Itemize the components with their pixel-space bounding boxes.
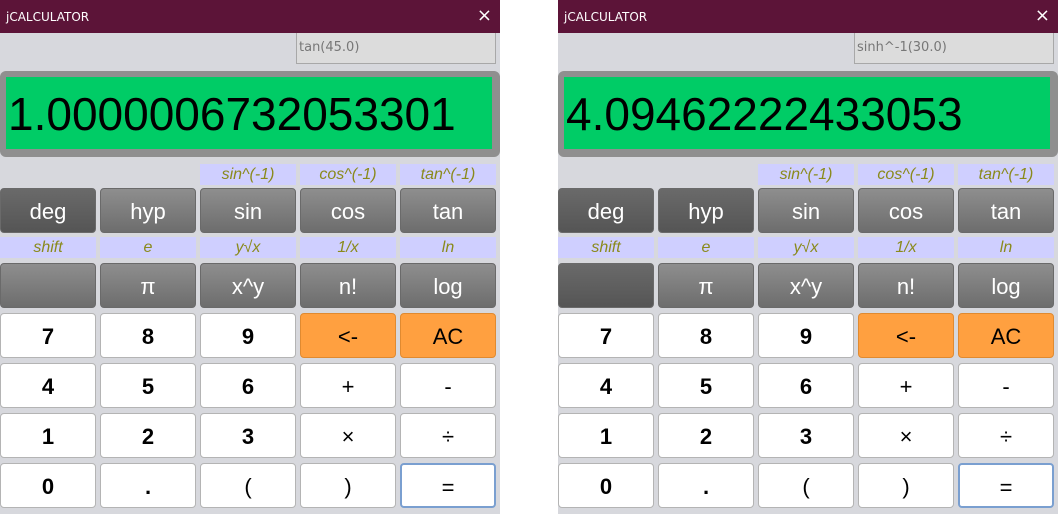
label-root: y√x xyxy=(758,237,854,258)
shift-button[interactable] xyxy=(558,263,654,308)
left-paren-button[interactable]: ( xyxy=(200,463,296,508)
backspace-button[interactable]: <- xyxy=(300,313,396,358)
power-button[interactable]: x^y xyxy=(758,263,854,308)
window-title: jCALCULATOR xyxy=(564,10,648,24)
label-root: y√x xyxy=(200,237,296,258)
digit-4-button[interactable]: 4 xyxy=(0,363,96,408)
divide-button[interactable]: ÷ xyxy=(400,413,496,458)
log-button[interactable]: log xyxy=(958,263,1054,308)
shift-button[interactable] xyxy=(0,263,96,308)
label-reciprocal: 1/x xyxy=(300,237,396,258)
pi-button[interactable]: π xyxy=(100,263,196,308)
tan-button[interactable]: tan xyxy=(958,188,1054,233)
digit-3-button[interactable]: 3 xyxy=(758,413,854,458)
digit-1-button[interactable]: 1 xyxy=(0,413,96,458)
digit-2-button[interactable]: 2 xyxy=(658,413,754,458)
title-bar[interactable]: jCALCULATOR × xyxy=(558,0,1058,33)
plus-button[interactable]: + xyxy=(858,363,954,408)
label-ln: ln xyxy=(958,237,1054,258)
digit-9-button[interactable]: 9 xyxy=(200,313,296,358)
digit-6-button[interactable]: 6 xyxy=(758,363,854,408)
factorial-button[interactable]: n! xyxy=(858,263,954,308)
calculator-window-right: jCALCULATOR × sinh^-1(30.0) 4.0946222243… xyxy=(558,0,1058,514)
factorial-button[interactable]: n! xyxy=(300,263,396,308)
power-button[interactable]: x^y xyxy=(200,263,296,308)
digit-7-button[interactable]: 7 xyxy=(558,313,654,358)
minus-button[interactable]: - xyxy=(958,363,1054,408)
deg-button[interactable]: deg xyxy=(0,188,96,233)
digit-2-button[interactable]: 2 xyxy=(100,413,196,458)
log-button[interactable]: log xyxy=(400,263,496,308)
label-shift: shift xyxy=(0,237,96,258)
sin-button[interactable]: sin xyxy=(200,188,296,233)
close-icon[interactable]: × xyxy=(1035,6,1050,26)
title-bar[interactable]: jCALCULATOR × xyxy=(0,0,500,33)
cos-button[interactable]: cos xyxy=(858,188,954,233)
sin-button[interactable]: sin xyxy=(758,188,854,233)
label-arccos: cos^(-1) xyxy=(300,164,396,185)
decimal-button[interactable]: . xyxy=(100,463,196,508)
label-e: e xyxy=(100,237,196,258)
digit-7-button[interactable]: 7 xyxy=(0,313,96,358)
equals-button[interactable]: = xyxy=(400,463,496,508)
left-paren-button[interactable]: ( xyxy=(758,463,854,508)
multiply-button[interactable]: × xyxy=(858,413,954,458)
hyp-button[interactable]: hyp xyxy=(100,188,196,233)
tan-button[interactable]: tan xyxy=(400,188,496,233)
close-icon[interactable]: × xyxy=(477,6,492,26)
digit-0-button[interactable]: 0 xyxy=(558,463,654,508)
right-paren-button[interactable]: ) xyxy=(300,463,396,508)
divide-button[interactable]: ÷ xyxy=(958,413,1054,458)
digit-4-button[interactable]: 4 xyxy=(558,363,654,408)
label-reciprocal: 1/x xyxy=(858,237,954,258)
result-display: 1.0000006732053301 xyxy=(6,77,492,149)
label-arccos: cos^(-1) xyxy=(858,164,954,185)
expression-field: sinh^-1(30.0) xyxy=(854,33,1054,64)
digit-1-button[interactable]: 1 xyxy=(558,413,654,458)
deg-button[interactable]: deg xyxy=(558,188,654,233)
digit-5-button[interactable]: 5 xyxy=(658,363,754,408)
right-paren-button[interactable]: ) xyxy=(858,463,954,508)
digit-5-button[interactable]: 5 xyxy=(100,363,196,408)
expression-field: tan(45.0) xyxy=(296,33,496,64)
digit-3-button[interactable]: 3 xyxy=(200,413,296,458)
multiply-button[interactable]: × xyxy=(300,413,396,458)
decimal-button[interactable]: . xyxy=(658,463,754,508)
digit-6-button[interactable]: 6 xyxy=(200,363,296,408)
equals-button[interactable]: = xyxy=(958,463,1054,508)
cos-button[interactable]: cos xyxy=(300,188,396,233)
label-e: e xyxy=(658,237,754,258)
digit-8-button[interactable]: 8 xyxy=(658,313,754,358)
digit-9-button[interactable]: 9 xyxy=(758,313,854,358)
result-display: 4.09462222433053 xyxy=(564,77,1050,149)
hyp-button[interactable]: hyp xyxy=(658,188,754,233)
clear-button[interactable]: AC xyxy=(958,313,1054,358)
minus-button[interactable]: - xyxy=(400,363,496,408)
label-arcsin: sin^(-1) xyxy=(758,164,854,185)
display-frame: 1.0000006732053301 xyxy=(0,71,500,157)
display-frame: 4.09462222433053 xyxy=(558,71,1058,157)
pi-button[interactable]: π xyxy=(658,263,754,308)
label-shift: shift xyxy=(558,237,654,258)
calculator-window-left: jCALCULATOR × tan(45.0) 1.00000067320533… xyxy=(0,0,500,514)
plus-button[interactable]: + xyxy=(300,363,396,408)
label-arcsin: sin^(-1) xyxy=(200,164,296,185)
label-ln: ln xyxy=(400,237,496,258)
window-title: jCALCULATOR xyxy=(6,10,90,24)
clear-button[interactable]: AC xyxy=(400,313,496,358)
digit-8-button[interactable]: 8 xyxy=(100,313,196,358)
label-arctan: tan^(-1) xyxy=(958,164,1054,185)
digit-0-button[interactable]: 0 xyxy=(0,463,96,508)
label-arctan: tan^(-1) xyxy=(400,164,496,185)
backspace-button[interactable]: <- xyxy=(858,313,954,358)
